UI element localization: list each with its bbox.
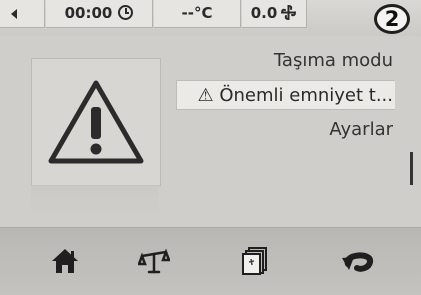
fan-display[interactable]: 0.0	[242, 0, 307, 28]
step-badge-number: 2	[384, 7, 400, 31]
home-icon	[52, 249, 78, 273]
home-button[interactable]	[42, 238, 88, 284]
clock-icon	[118, 5, 134, 20]
fan-icon	[281, 4, 297, 21]
time-value: 00:00	[64, 4, 113, 22]
back-button[interactable]	[0, 0, 45, 28]
balance-button[interactable]	[131, 238, 177, 284]
balance-scale-icon	[138, 248, 170, 274]
temperature-value: --°C	[181, 4, 213, 22]
menu-item-safety-instructions[interactable]: ⚠ Önemli emniyet t...	[176, 80, 395, 110]
menu-item-label: ⚠ Önemli emniyet t...	[197, 85, 393, 106]
menu-item-settings[interactable]: Ayarlar	[176, 115, 395, 145]
cards-button[interactable]	[232, 238, 278, 284]
cards-icon	[242, 247, 267, 275]
status-bar: 00:00 --°C 0.0 2	[0, 0, 421, 36]
clock-display[interactable]: 00:00	[46, 0, 153, 28]
warning-panel	[31, 58, 161, 186]
temperature-display[interactable]: --°C	[154, 0, 241, 28]
menu-item-transport-mode[interactable]: Taşıma modu	[176, 46, 395, 76]
bottom-nav	[0, 227, 421, 295]
step-badge: 2	[374, 4, 410, 34]
return-arrow-icon	[342, 252, 373, 272]
scrollbar[interactable]	[410, 152, 413, 185]
return-button[interactable]	[335, 238, 381, 284]
fan-value: 0.0	[250, 4, 278, 22]
back-arrow-icon	[11, 9, 17, 19]
menu-item-label: Taşıma modu	[273, 50, 393, 71]
menu-item-label: Ayarlar	[329, 119, 393, 140]
warning-triangle-icon	[48, 80, 144, 164]
panel-reflection	[31, 185, 159, 219]
